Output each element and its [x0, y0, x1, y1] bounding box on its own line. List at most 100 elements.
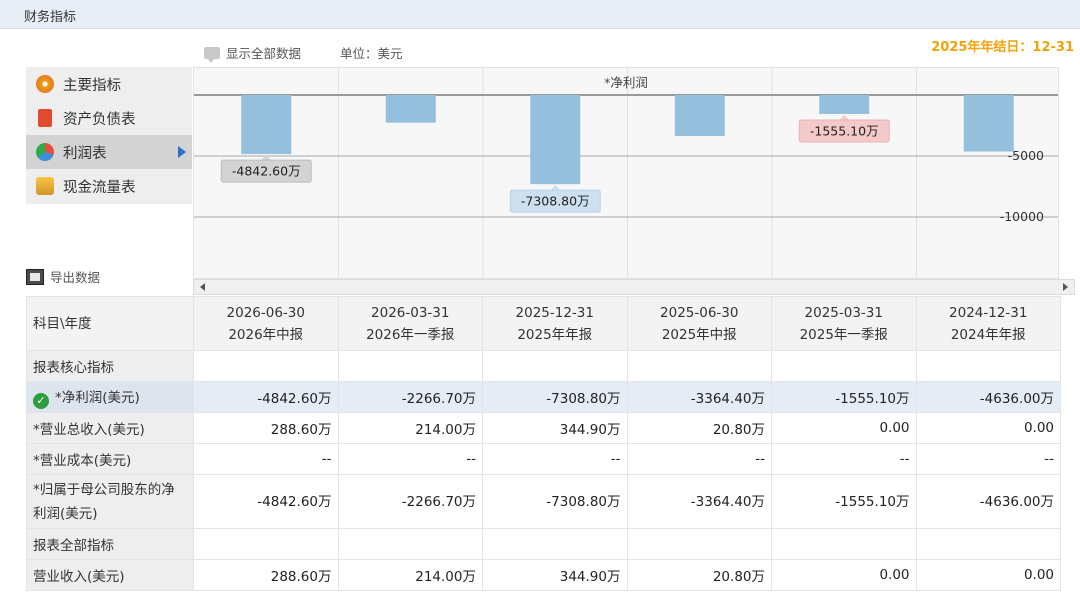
- chart-canvas: -5000-10000-4842.60万-7308.80万-1555.10万: [194, 68, 1058, 278]
- table-cell: -4842.60万: [193, 474, 339, 529]
- checkmark-icon[interactable]: ✓: [33, 392, 49, 409]
- chart-bar: [385, 95, 436, 123]
- row-label: *营业成本(美元): [26, 443, 194, 475]
- chart-bar: [241, 95, 292, 155]
- row-label-text: 报表核心指标: [33, 360, 114, 376]
- table-cell: [193, 350, 339, 382]
- row-label: 营业收入(美元): [26, 559, 194, 591]
- sidebar-item-label: 利润表: [63, 145, 107, 162]
- table-cell: -1555.10万: [771, 474, 917, 529]
- table-row[interactable]: ✓ *净利润(美元) -4842.60万 -2266.70万 -7308.80万 -336…: [26, 381, 1061, 413]
- scroll-right-icon[interactable]: [1063, 283, 1068, 291]
- period-header[interactable]: 2024-12-31 2024年年报: [915, 296, 1061, 351]
- table-cell: 288.60万: [193, 412, 339, 444]
- table-cell: -4636.00万: [915, 474, 1061, 529]
- scroll-left-icon[interactable]: [200, 283, 205, 291]
- table-cell: -4842.60万: [193, 381, 339, 413]
- sidebar-item-income-statement[interactable]: 利润表: [26, 135, 192, 169]
- chart-data-label: -4842.60万: [232, 164, 301, 179]
- table-cell: --: [337, 443, 483, 475]
- chart-horizontal-scrollbar[interactable]: [193, 279, 1075, 295]
- period-name: 2024年年报: [950, 326, 1026, 343]
- table-cell: 214.00万: [337, 559, 483, 591]
- chart-bar: [963, 95, 1014, 152]
- row-label: 报表全部指标: [26, 528, 194, 560]
- chart-callout-pointer: [550, 185, 561, 191]
- fiscal-year-end: 2025年年结日：12-31: [931, 40, 1074, 55]
- table-section-row: 报表全部指标: [26, 528, 1061, 560]
- table-cell: [337, 528, 483, 560]
- sidebar-item-label: 主要指标: [63, 77, 121, 94]
- table-cell: --: [482, 443, 628, 475]
- table-cell: --: [771, 443, 917, 475]
- table-cell: -7308.80万: [482, 474, 628, 529]
- chart-bar: [674, 95, 725, 137]
- period-date: 2024-12-31: [949, 304, 1028, 321]
- period-date: 2026-03-31: [371, 304, 450, 321]
- table-row[interactable]: 营业收入(美元) 288.60万 214.00万 344.90万 20.80万 0.00 0…: [26, 559, 1061, 591]
- sidebar-item-label: 现金流量表: [63, 179, 136, 196]
- period-header[interactable]: 2025-06-30 2025年中报: [626, 296, 772, 351]
- toolbar: 显示全部数据 单位：美元 2025年年结日：12-31: [0, 30, 1080, 66]
- row-label: ✓ *净利润(美元): [26, 381, 194, 413]
- table-cell: 20.80万: [626, 412, 772, 444]
- table-row[interactable]: *营业成本(美元) -- -- -- -- -- --: [26, 443, 1061, 475]
- period-header[interactable]: 2025-12-31 2025年年报: [482, 296, 628, 351]
- period-date: 2025-06-30: [660, 304, 739, 321]
- sidebar-item-key-indicators[interactable]: 主要指标: [26, 67, 192, 101]
- chart-y-tick-label: -10000: [1000, 209, 1044, 224]
- chart-callout-pointer: [839, 114, 850, 120]
- period-name: 2025年年报: [517, 326, 593, 343]
- show-all-data-toggle[interactable]: 显示全部数据: [204, 43, 302, 63]
- row-label-text: *净利润(美元): [55, 389, 140, 406]
- table-cell: -3364.40万: [626, 474, 772, 529]
- table-cell: 0.00: [915, 412, 1061, 444]
- table-cell: [771, 528, 917, 560]
- show-all-data-label: 显示全部数据: [226, 46, 302, 61]
- table-row[interactable]: *归属于母公司股东的净利润(美元) -4842.60万 -2266.70万 -7308…: [26, 474, 1061, 529]
- statement-sidebar: 主要指标 资产负债表 利润表 现金流量表: [26, 67, 192, 204]
- period-header[interactable]: 2026-06-30 2026年中报: [193, 296, 339, 351]
- period-name: 2025年一季报: [799, 326, 888, 343]
- page-titlebar: 财务指标: [0, 0, 1080, 29]
- comment-icon: [204, 46, 220, 63]
- table-cell: -3364.40万: [626, 381, 772, 413]
- chart-data-label: -7308.80万: [521, 194, 590, 209]
- table-cell: [771, 350, 917, 382]
- period-date: 2025-03-31: [804, 304, 883, 321]
- table-cell: -7308.80万: [482, 381, 628, 413]
- table-cell: 0.00: [915, 559, 1061, 591]
- period-header[interactable]: 2026-03-31 2026年一季报: [337, 296, 483, 351]
- table-cell: [626, 350, 772, 382]
- table-cell: 288.60万: [193, 559, 339, 591]
- period-name: 2025年中报: [661, 326, 737, 343]
- sidebar-item-balance-sheet[interactable]: 资产负债表: [26, 101, 192, 135]
- chart-bar: [530, 95, 581, 185]
- period-header[interactable]: 2025-03-31 2025年一季报: [771, 296, 917, 351]
- table-cell: -1555.10万: [771, 381, 917, 413]
- period-name: 2026年一季报: [366, 326, 455, 343]
- table-cell: [482, 350, 628, 382]
- table-cell: 20.80万: [626, 559, 772, 591]
- table-cell: [193, 528, 339, 560]
- chart-title: *净利润: [604, 75, 648, 90]
- table-cell: -4636.00万: [915, 381, 1061, 413]
- table-cell: 0.00: [771, 559, 917, 591]
- export-data-label: 导出数据: [50, 270, 101, 285]
- export-data-button[interactable]: 导出数据: [26, 267, 100, 286]
- row-label-text: 报表全部指标: [33, 538, 114, 554]
- table-cell: [626, 528, 772, 560]
- row-label-text: *归属于母公司股东的净利润(美元): [33, 481, 175, 522]
- table-cell: --: [193, 443, 339, 475]
- row-label: *营业总收入(美元): [26, 412, 194, 444]
- table-row[interactable]: *营业总收入(美元) 288.60万 214.00万 344.90万 20.80万 0.0…: [26, 412, 1061, 444]
- sidebar-item-cash-flow[interactable]: 现金流量表: [26, 169, 192, 203]
- financial-table: 科目\年度 2026-06-30 2026年中报 2026-03-31 2026年一…: [26, 296, 1061, 591]
- coins-icon: [36, 177, 54, 195]
- table-cell: -2266.70万: [337, 474, 483, 529]
- table-cell: [337, 350, 483, 382]
- period-date: 2025-12-31: [515, 304, 594, 321]
- table-cell: --: [626, 443, 772, 475]
- sidebar-item-label: 资产负债表: [63, 111, 136, 128]
- unit-label: 单位：美元: [340, 46, 403, 61]
